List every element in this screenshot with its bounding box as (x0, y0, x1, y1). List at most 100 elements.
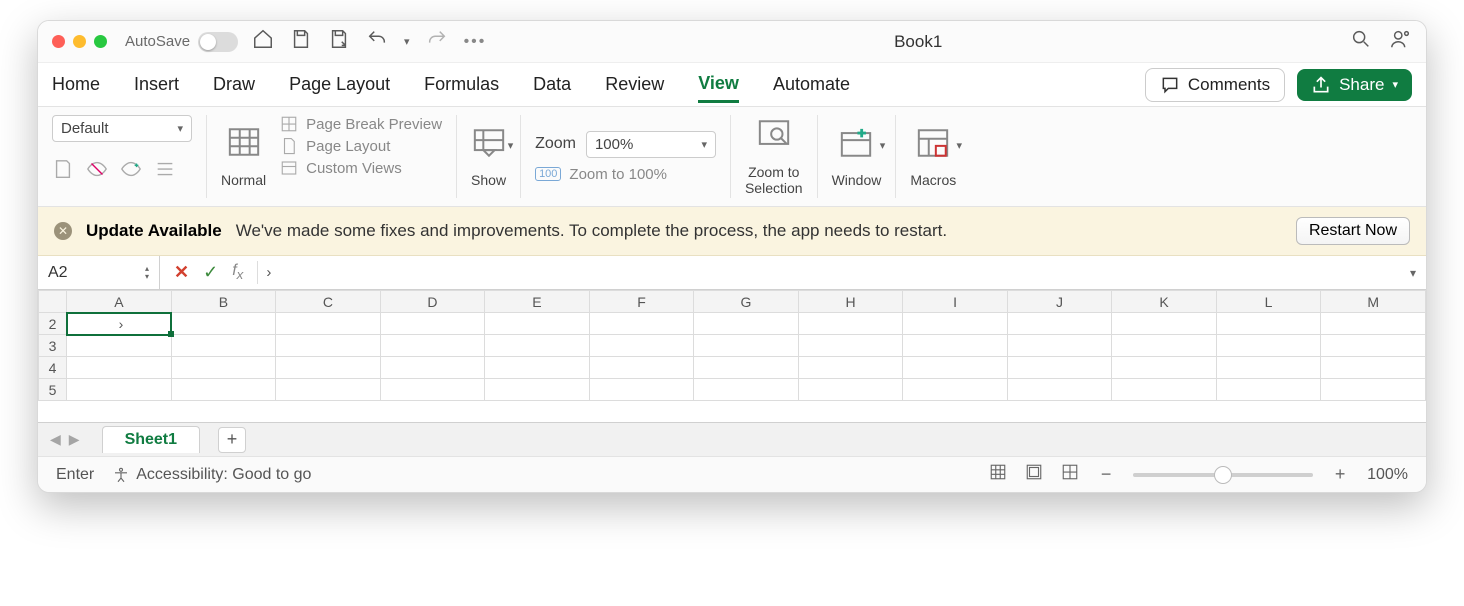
cell[interactable] (485, 335, 590, 357)
macros-menu[interactable]: ▾ Macros (910, 115, 956, 198)
cell[interactable] (380, 379, 485, 401)
zoom-in-button[interactable]: + (1331, 464, 1349, 485)
cell[interactable] (485, 379, 590, 401)
new-view-icon[interactable] (120, 158, 142, 185)
zoom-out-button[interactable]: − (1097, 464, 1115, 485)
cell[interactable] (276, 357, 381, 379)
cell[interactable] (1007, 313, 1112, 335)
zoom-to-selection-button[interactable]: Zoom toSelection (745, 115, 803, 198)
tab-formulas[interactable]: Formulas (424, 68, 499, 101)
cell-a2[interactable]: › (67, 313, 172, 335)
cell[interactable] (171, 335, 276, 357)
tab-draw[interactable]: Draw (213, 68, 255, 101)
col-header-h[interactable]: H (798, 291, 903, 313)
save-as-icon[interactable] (328, 28, 350, 55)
cell[interactable] (380, 357, 485, 379)
custom-views-button[interactable]: Custom Views (280, 159, 402, 177)
more-icon[interactable]: ••• (464, 33, 487, 51)
cell[interactable] (1216, 357, 1321, 379)
cell[interactable] (1321, 357, 1426, 379)
tab-review[interactable]: Review (605, 68, 664, 101)
home-icon[interactable] (252, 28, 274, 55)
formula-expand-icon[interactable]: ▾ (1400, 266, 1426, 280)
formula-input[interactable]: › (257, 261, 1400, 284)
cell[interactable] (1321, 313, 1426, 335)
cell[interactable] (798, 335, 903, 357)
save-icon[interactable] (290, 28, 312, 55)
cell[interactable] (380, 335, 485, 357)
cell[interactable] (1321, 335, 1426, 357)
view-page-break-icon[interactable] (1061, 463, 1079, 486)
cell[interactable] (1216, 313, 1321, 335)
col-header-k[interactable]: K (1112, 291, 1217, 313)
accessibility-status[interactable]: Accessibility: Good to go (112, 466, 311, 484)
zoom-window-button[interactable] (94, 35, 107, 48)
normal-view-button[interactable]: Normal (221, 115, 266, 198)
col-header-c[interactable]: C (276, 291, 381, 313)
undo-dropdown[interactable]: ▾ (404, 35, 410, 48)
search-icon[interactable] (1350, 28, 1372, 55)
col-header-f[interactable]: F (589, 291, 694, 313)
cell[interactable] (694, 313, 799, 335)
sheet-view-select[interactable]: Default▾ (52, 115, 192, 142)
cell[interactable] (694, 357, 799, 379)
coauthor-icon[interactable] (1390, 28, 1412, 55)
restart-now-button[interactable]: Restart Now (1296, 217, 1410, 245)
zoom-100-button[interactable]: 100 Zoom to 100% (535, 166, 667, 183)
add-sheet-button[interactable]: + (218, 427, 246, 453)
cell[interactable] (694, 335, 799, 357)
col-header-l[interactable]: L (1216, 291, 1321, 313)
window-menu[interactable]: ▾ Window (832, 115, 882, 198)
close-banner-button[interactable]: ✕ (54, 222, 72, 240)
cell[interactable] (1007, 379, 1112, 401)
cell[interactable] (276, 335, 381, 357)
cell[interactable] (171, 357, 276, 379)
cell[interactable] (798, 357, 903, 379)
zoom-slider[interactable] (1133, 473, 1313, 477)
cell[interactable] (1007, 335, 1112, 357)
cell[interactable] (485, 313, 590, 335)
cell[interactable] (1112, 379, 1217, 401)
sheet-nav-next[interactable]: ▶ (69, 431, 80, 448)
comments-button[interactable]: Comments (1145, 68, 1285, 102)
share-button[interactable]: Share ▾ (1297, 69, 1412, 101)
cell[interactable] (276, 379, 381, 401)
sheet-nav-prev[interactable]: ◀ (50, 431, 61, 448)
cell[interactable] (694, 379, 799, 401)
name-box[interactable]: A2 ▴▾ (38, 256, 160, 289)
cell[interactable] (903, 335, 1008, 357)
cell[interactable] (589, 313, 694, 335)
page-break-preview-button[interactable]: Page Break Preview (280, 115, 442, 133)
col-header-b[interactable]: B (171, 291, 276, 313)
cell[interactable] (589, 379, 694, 401)
cell[interactable] (171, 379, 276, 401)
row-header-3[interactable]: 3 (39, 335, 67, 357)
cell[interactable] (380, 313, 485, 335)
col-header-d[interactable]: D (380, 291, 485, 313)
keep-view-icon[interactable] (52, 158, 74, 185)
fx-icon[interactable]: fx (232, 262, 243, 282)
cell[interactable] (903, 379, 1008, 401)
view-normal-icon[interactable] (989, 463, 1007, 486)
cell[interactable] (589, 335, 694, 357)
page-layout-button[interactable]: Page Layout (280, 137, 390, 155)
redo-icon[interactable] (426, 28, 448, 55)
cell[interactable] (1007, 357, 1112, 379)
cell[interactable] (798, 379, 903, 401)
sheet-tab-sheet1[interactable]: Sheet1 (102, 426, 200, 453)
cell[interactable] (1216, 335, 1321, 357)
cell[interactable] (67, 379, 172, 401)
col-header-a[interactable]: A (67, 291, 172, 313)
col-header-e[interactable]: E (485, 291, 590, 313)
show-menu[interactable]: ▾ Show (471, 115, 506, 198)
minimize-window-button[interactable] (73, 35, 86, 48)
zoom-select[interactable]: 100%▾ (586, 131, 716, 158)
cell[interactable] (67, 357, 172, 379)
tab-insert[interactable]: Insert (134, 68, 179, 101)
cell[interactable] (903, 313, 1008, 335)
row-header-2[interactable]: 2 (39, 313, 67, 335)
tab-view[interactable]: View (698, 67, 739, 103)
tab-home[interactable]: Home (52, 68, 100, 101)
cell[interactable] (903, 357, 1008, 379)
name-box-stepper[interactable]: ▴▾ (145, 265, 149, 281)
